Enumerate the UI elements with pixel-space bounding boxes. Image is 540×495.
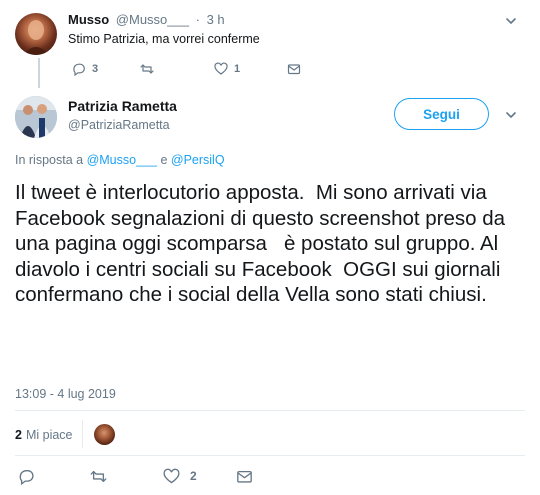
likes-summary[interactable]: 2 Mi piace bbox=[15, 425, 73, 445]
divider bbox=[15, 455, 525, 456]
follow-button[interactable]: Segui bbox=[394, 98, 489, 130]
reply-count: 3 bbox=[92, 63, 99, 75]
tweet-time[interactable]: 3 h bbox=[207, 12, 225, 27]
thread-line bbox=[38, 58, 40, 88]
reply-author-line: Musso @Musso___ · 3 h bbox=[68, 12, 225, 27]
like-count: 1 bbox=[234, 63, 241, 75]
author-name[interactable]: Musso bbox=[68, 12, 109, 27]
retweet-action[interactable] bbox=[90, 466, 107, 486]
reply-action[interactable] bbox=[18, 466, 35, 486]
divider bbox=[15, 410, 525, 411]
reply-to-prefix: In risposta a bbox=[15, 153, 84, 167]
mention-link[interactable]: @Musso___ bbox=[87, 153, 157, 167]
avatar[interactable] bbox=[15, 96, 57, 138]
mail-icon bbox=[237, 470, 252, 483]
likes-count: 2 bbox=[15, 428, 22, 442]
avatar[interactable] bbox=[15, 13, 57, 55]
retweet-icon bbox=[140, 64, 154, 74]
mail-icon bbox=[287, 64, 301, 75]
mention-link[interactable]: @PersilQ bbox=[171, 153, 225, 167]
separator: · bbox=[195, 12, 200, 27]
tweet-text: Il tweet è interlocutorio apposta. Mi so… bbox=[15, 181, 511, 307]
divider bbox=[82, 420, 83, 448]
liker-avatar[interactable] bbox=[94, 424, 115, 445]
like-action[interactable]: 1 bbox=[214, 60, 240, 78]
likes-label: Mi piace bbox=[25, 428, 73, 442]
reply-icon bbox=[19, 469, 34, 485]
author-name[interactable]: Patrizia Rametta bbox=[68, 98, 177, 114]
like-action[interactable]: 2 bbox=[163, 466, 197, 486]
reply-icon bbox=[73, 63, 85, 76]
reply-tweet[interactable]: Musso @Musso___ · 3 h Stimo Patrizia, ma… bbox=[0, 0, 540, 84]
heart-icon bbox=[163, 468, 180, 483]
reply-context: In risposta a @Musso___ e @PersilQ bbox=[15, 153, 225, 167]
like-count: 2 bbox=[190, 469, 197, 483]
dm-action[interactable] bbox=[236, 466, 253, 486]
tweet-text: Stimo Patrizia, ma vorrei conferme bbox=[68, 32, 260, 46]
author-handle[interactable]: @Musso___ bbox=[116, 12, 189, 27]
reply-to-conj: e bbox=[160, 153, 168, 167]
dm-action[interactable] bbox=[287, 60, 301, 78]
chevron-down-icon[interactable] bbox=[504, 14, 518, 28]
author-handle[interactable]: @PatriziaRametta bbox=[68, 118, 170, 132]
chevron-down-icon[interactable] bbox=[504, 108, 518, 122]
reply-action[interactable]: 3 bbox=[72, 60, 98, 78]
tweet-timestamp[interactable]: 13:09 - 4 lug 2019 bbox=[15, 387, 116, 401]
retweet-action[interactable] bbox=[140, 60, 154, 78]
retweet-icon bbox=[90, 470, 107, 482]
heart-icon bbox=[214, 62, 228, 75]
